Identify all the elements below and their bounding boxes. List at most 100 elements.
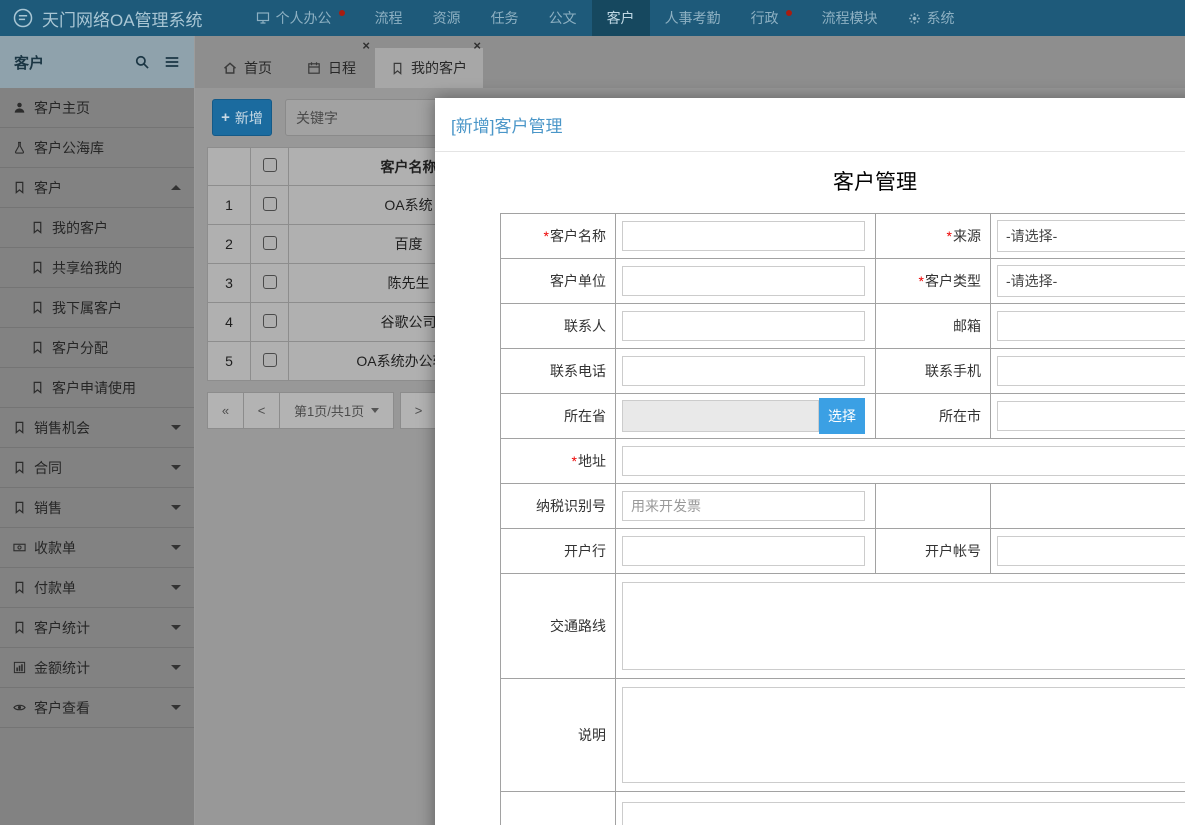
form-row: 开户行 开户帐号	[500, 528, 1185, 574]
sidebar-item-customer[interactable]: 客户	[0, 168, 194, 208]
row-checkbox[interactable]	[262, 274, 277, 289]
choose-province-button[interactable]: 选择	[819, 398, 865, 434]
customer-name-input[interactable]	[622, 221, 865, 251]
close-icon[interactable]: ×	[473, 38, 481, 53]
top-menu: 个人办公 流程 资源 任务 公文 客户 人事考勤 行政 流程模块 系统	[241, 0, 970, 36]
menu-hr-attendance[interactable]: 人事考勤	[650, 0, 736, 36]
sidebar-item-sales-opportunity[interactable]: 销售机会	[0, 408, 194, 448]
app-window: 天门网络OA管理系统 个人办公 流程 资源 任务 公文 客户 人事考勤 行政 流…	[0, 0, 1185, 825]
sidebar-item-customer-pool[interactable]: 客户公海库	[0, 128, 194, 168]
app-title: 天门网络OA管理系统	[42, 10, 203, 30]
contact-input[interactable]	[622, 311, 865, 341]
sidebar-item-sales[interactable]: 销售	[0, 488, 194, 528]
sidebar-item-subordinate-customers[interactable]: 我下属客户	[0, 288, 194, 328]
sidebar-item-receipt-slip[interactable]: 收款单	[0, 528, 194, 568]
select-all-checkbox[interactable]	[262, 158, 277, 172]
menu-resources[interactable]: 资源	[418, 0, 476, 36]
chevron-up-icon	[171, 185, 181, 190]
bookmark-icon	[13, 421, 26, 434]
menu-workflow[interactable]: 流程	[360, 0, 418, 36]
phone-input[interactable]	[622, 356, 865, 386]
app-logo[interactable]: 天门网络OA管理系统	[0, 0, 215, 36]
row-checkbox[interactable]	[262, 196, 277, 211]
tax-id-input[interactable]	[622, 491, 865, 521]
label-email: 邮箱	[875, 303, 991, 349]
bookmark-icon	[31, 301, 44, 314]
label-bank: 开户行	[500, 528, 616, 574]
row-checkbox[interactable]	[262, 235, 277, 250]
calendar-icon	[307, 61, 321, 75]
menu-administration[interactable]: 行政	[736, 0, 807, 36]
row-number: 4	[207, 302, 251, 342]
traffic-route-textarea[interactable]	[622, 582, 1185, 670]
close-icon[interactable]: ×	[362, 38, 370, 53]
bookmark-icon	[13, 501, 26, 514]
bank-input[interactable]	[622, 536, 865, 566]
chevron-down-icon	[171, 505, 181, 510]
extra-textarea[interactable]	[622, 801, 1185, 825]
form-title: 客户管理	[833, 171, 917, 194]
chevron-down-icon	[171, 465, 181, 470]
sidebar-item-contract[interactable]: 合同	[0, 448, 194, 488]
bookmark-icon	[13, 461, 26, 474]
sidebar-item-customer-assignment[interactable]: 客户分配	[0, 328, 194, 368]
flask-icon	[13, 141, 26, 154]
sidebar-item-shared-with-me[interactable]: 共享给我的	[0, 248, 194, 288]
form-row: 说明	[500, 678, 1185, 792]
pagination-next-button[interactable]: >	[400, 392, 438, 429]
source-select[interactable]: -请选择-	[997, 220, 1185, 252]
tab-strip: 首页 日程 × 我的客户 ×	[195, 36, 1185, 88]
search-icon[interactable]	[134, 54, 150, 70]
sidebar-item-my-customers[interactable]: 我的客户	[0, 208, 194, 248]
menu-customers[interactable]: 客户	[591, 0, 650, 36]
email-input[interactable]	[997, 311, 1185, 341]
address-input[interactable]	[622, 446, 1185, 476]
hamburger-menu-icon[interactable]	[164, 54, 180, 70]
description-textarea[interactable]	[622, 687, 1185, 783]
customer-unit-input[interactable]	[622, 266, 865, 296]
sidebar-item-customer-view[interactable]: 客户查看	[0, 688, 194, 728]
tab-home[interactable]: 首页	[207, 48, 288, 88]
row-number: 3	[207, 263, 251, 303]
pagination-page-select[interactable]: 第1页/共1页	[279, 392, 395, 429]
bank-account-input[interactable]	[997, 536, 1185, 566]
sidebar-header: 客户	[0, 36, 194, 88]
sidebar: 客户 客户主页 客户公海库 客户 我的客户 共享给我的 我下属客户 客户分配 客…	[0, 36, 195, 825]
chevron-down-icon	[171, 425, 181, 430]
sidebar-item-payment-slip[interactable]: 付款单	[0, 568, 194, 608]
form-row: 客户单位 *客户类型 -请选择-	[500, 258, 1185, 304]
sidebar-item-customer-stats[interactable]: 客户统计	[0, 608, 194, 648]
top-nav-bar: 天门网络OA管理系统 个人办公 流程 资源 任务 公文 客户 人事考勤 行政 流…	[0, 0, 1185, 36]
city-input[interactable]	[997, 401, 1185, 431]
bookmark-icon	[13, 621, 26, 634]
desktop-icon	[256, 11, 270, 25]
form-row: 纳税识别号	[500, 483, 1185, 529]
menu-personal-office[interactable]: 个人办公	[241, 0, 360, 36]
menu-system[interactable]: 系统	[893, 0, 970, 36]
notification-dot	[785, 10, 792, 16]
bookmark-icon	[13, 581, 26, 594]
add-button[interactable]: + 新增	[212, 99, 272, 136]
home-icon	[223, 61, 237, 75]
modal-title: [新增]客户管理	[435, 98, 1185, 152]
customer-type-select[interactable]: -请选择-	[997, 265, 1185, 297]
pagination-prev-button[interactable]: <	[243, 392, 280, 429]
tab-schedule[interactable]: 日程 ×	[291, 38, 372, 88]
mobile-input[interactable]	[997, 356, 1185, 386]
row-checkbox[interactable]	[262, 352, 277, 367]
label-bank-account: 开户帐号	[875, 528, 991, 574]
tab-my-customers[interactable]: 我的客户 ×	[375, 38, 483, 88]
user-icon	[13, 101, 26, 114]
bookmark-icon	[31, 341, 44, 354]
menu-documents[interactable]: 公文	[534, 0, 592, 36]
sidebar-item-customer-apply[interactable]: 客户申请使用	[0, 368, 194, 408]
label-customer-unit: 客户单位	[500, 258, 616, 304]
pagination-first-button[interactable]: «	[207, 392, 244, 429]
menu-workflow-module[interactable]: 流程模块	[807, 0, 893, 36]
sidebar-item-customer-home[interactable]: 客户主页	[0, 88, 194, 128]
sidebar-item-amount-stats[interactable]: 金额统计	[0, 648, 194, 688]
menu-tasks[interactable]: 任务	[476, 0, 534, 36]
row-checkbox[interactable]	[262, 313, 277, 328]
logo-bubble-icon	[12, 7, 34, 29]
row-number: 1	[207, 185, 251, 225]
